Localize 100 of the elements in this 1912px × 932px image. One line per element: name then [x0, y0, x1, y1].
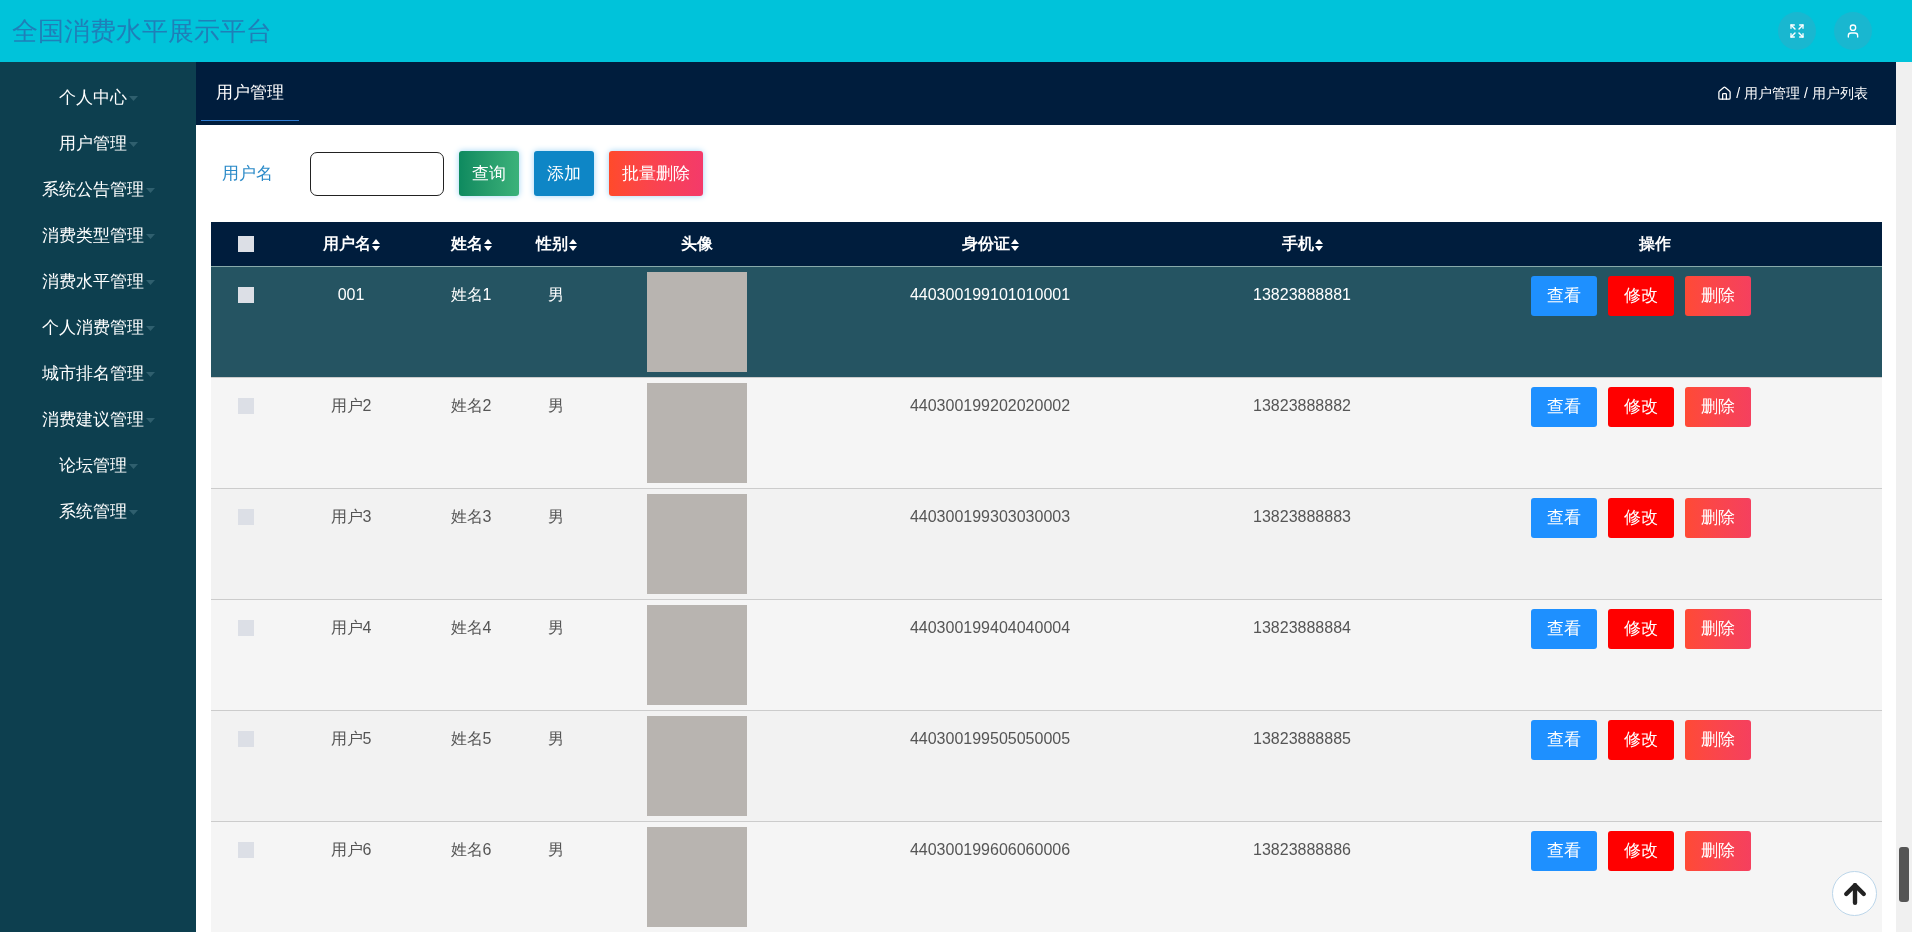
- table-row[interactable]: 用户3 姓名3 男 440300199303030003 13823888883 查看 修改 删除: [211, 489, 1882, 600]
- caret-icon: [145, 325, 155, 331]
- user-button[interactable]: [1834, 12, 1872, 50]
- table-cell: 姓名3: [450, 508, 492, 525]
- row-checkbox[interactable]: [238, 620, 254, 636]
- column-header[interactable]: 用户名: [281, 232, 421, 256]
- tab[interactable]: 用户管理: [201, 66, 299, 121]
- table-cell: 440300199303030003: [909, 508, 1071, 525]
- table-cell: 13823888886: [1253, 841, 1351, 858]
- table-cell: 用户2: [330, 397, 372, 414]
- sidebar-item[interactable]: 系统公告管理: [0, 167, 196, 213]
- fullscreen-button[interactable]: [1778, 12, 1816, 50]
- breadcrumb-separator: /: [1736, 84, 1741, 103]
- breadcrumb-item[interactable]: 用户列表: [1812, 83, 1868, 104]
- sidebar-item[interactable]: 用户管理: [0, 121, 196, 167]
- sort-icon[interactable]: [1314, 238, 1323, 251]
- table-cell: 姓名4: [450, 619, 492, 636]
- column-header[interactable]: 姓名: [421, 232, 521, 256]
- edit-button[interactable]: 修改: [1607, 276, 1674, 316]
- delete-button[interactable]: 删除: [1684, 276, 1751, 316]
- table-row[interactable]: 用户6 姓名6 男 440300199606060006 13823888886 查看 修改 删除: [211, 822, 1882, 932]
- table-cell: 440300199101010001: [909, 286, 1071, 303]
- row-checkbox[interactable]: [238, 398, 254, 414]
- caret-icon: [128, 509, 138, 515]
- sidebar-item[interactable]: 论坛管理: [0, 443, 196, 489]
- table-cell: 用户6: [330, 841, 372, 858]
- sidebar-item[interactable]: 消费类型管理: [0, 213, 196, 259]
- sidebar-item[interactable]: 个人中心: [0, 75, 196, 121]
- table-cell: 男: [548, 286, 564, 303]
- fullscreen-icon: [1789, 23, 1805, 39]
- caret-icon: [145, 279, 155, 285]
- sidebar-item[interactable]: 城市排名管理: [0, 351, 196, 397]
- sidebar-item[interactable]: 系统管理: [0, 489, 196, 535]
- scrollbar[interactable]: [1896, 62, 1912, 932]
- column-header: 头像: [680, 234, 714, 254]
- table-row[interactable]: 用户2 姓名2 男 440300199202020002 13823888882 查看 修改 删除: [211, 378, 1882, 489]
- edit-button[interactable]: 修改: [1607, 498, 1674, 538]
- table-cell: 男: [548, 730, 564, 747]
- delete-button[interactable]: 删除: [1684, 831, 1751, 871]
- field-label: 用户名: [222, 162, 274, 185]
- table-cell: 440300199606060006: [909, 841, 1071, 858]
- table-cell: 13823888883: [1253, 508, 1351, 525]
- table-cell: 13823888884: [1253, 619, 1351, 636]
- table-cell: 用户5: [330, 730, 372, 747]
- row-checkbox[interactable]: [238, 287, 254, 303]
- table-row[interactable]: 用户5 姓名5 男 440300199505050005 13823888885 查看 修改 删除: [211, 711, 1882, 822]
- delete-button[interactable]: 删除: [1684, 498, 1751, 538]
- table-cell: 姓名2: [450, 397, 492, 414]
- caret-icon: [145, 417, 155, 423]
- column-header[interactable]: 性别: [521, 232, 591, 256]
- sidebar-item[interactable]: 消费建议管理: [0, 397, 196, 443]
- caret-icon: [145, 233, 155, 239]
- table-cell: 001: [337, 286, 365, 303]
- app-title: 全国消费水平展示平台: [12, 14, 273, 48]
- column-header[interactable]: 身份证: [803, 232, 1177, 256]
- table-cell: 姓名1: [450, 286, 492, 303]
- search-button[interactable]: 查询: [459, 151, 519, 196]
- add-button[interactable]: 添加: [534, 151, 594, 196]
- row-checkbox[interactable]: [238, 842, 254, 858]
- column-header: 操作: [1637, 234, 1672, 254]
- table-cell: 13823888885: [1253, 730, 1351, 747]
- table-cell: 男: [548, 397, 564, 414]
- select-all-checkbox[interactable]: [238, 236, 254, 252]
- breadcrumb-item[interactable]: 用户管理: [1744, 83, 1801, 104]
- caret-icon: [128, 463, 138, 469]
- table-cell: 13823888881: [1253, 286, 1351, 303]
- table-cell: 姓名5: [450, 730, 492, 747]
- caret-icon: [145, 187, 155, 193]
- table-cell: 男: [548, 619, 564, 636]
- sidebar-item[interactable]: 个人消费管理: [0, 305, 196, 351]
- delete-button[interactable]: 删除: [1684, 387, 1751, 427]
- table-cell: 440300199505050005: [909, 730, 1071, 747]
- edit-button[interactable]: 修改: [1607, 831, 1674, 871]
- table-cell: 用户4: [330, 619, 372, 636]
- breadcrumb-separator: /: [1804, 84, 1808, 103]
- edit-button[interactable]: 修改: [1607, 720, 1674, 760]
- delete-button[interactable]: 删除: [1684, 609, 1751, 649]
- column-header[interactable]: 手机: [1177, 232, 1427, 256]
- caret-icon: [128, 95, 138, 101]
- sort-icon[interactable]: [483, 238, 492, 251]
- delete-button[interactable]: 删除: [1684, 720, 1751, 760]
- edit-button[interactable]: 修改: [1607, 609, 1674, 649]
- scrollbar-thumb[interactable]: [1899, 847, 1909, 902]
- home-icon[interactable]: [1717, 86, 1733, 101]
- table-row[interactable]: 001 姓名1 男 440300199101010001 13823888881 查看 修改 删除: [211, 267, 1882, 378]
- caret-icon: [128, 141, 138, 147]
- table-cell: 440300199202020002: [909, 397, 1071, 414]
- caret-icon: [145, 371, 155, 377]
- sort-icon[interactable]: [1010, 238, 1019, 251]
- table-cell: 440300199404040004: [909, 619, 1071, 636]
- batch-delete-button[interactable]: 批量删除: [609, 151, 703, 196]
- table-cell: 13823888882: [1253, 397, 1351, 414]
- sort-icon[interactable]: [371, 238, 380, 251]
- username-input-field[interactable]: [310, 151, 444, 196]
- user-icon: [1845, 23, 1861, 39]
- edit-button[interactable]: 修改: [1607, 387, 1674, 427]
- table-cell: 男: [548, 508, 564, 525]
- sort-icon[interactable]: [568, 238, 577, 251]
- sidebar-item[interactable]: 消费水平管理: [0, 259, 196, 305]
- table-row[interactable]: 用户4 姓名4 男 440300199404040004 13823888884 查看 修改 删除: [211, 600, 1882, 711]
